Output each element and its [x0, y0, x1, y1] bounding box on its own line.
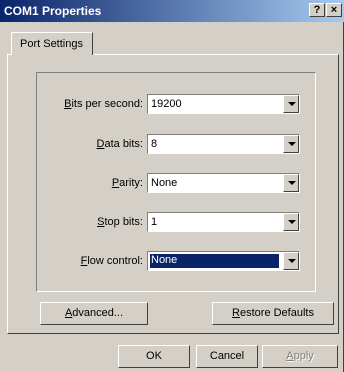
parity-select[interactable]: None: [147, 173, 300, 193]
tab-port-settings[interactable]: Port Settings: [11, 32, 93, 55]
bits-per-second-label: Bits per second:: [64, 98, 143, 110]
window-title: COM1 Properties: [4, 4, 102, 18]
bits-per-second-value: 19200: [151, 98, 182, 110]
flow-control-label: Flow control:: [80, 255, 143, 267]
com1-properties-dialog: COM1 Properties ? × Port Settings Bits p…: [0, 0, 344, 372]
flow-control-select[interactable]: None: [147, 251, 300, 271]
advanced-button[interactable]: Advanced...: [40, 302, 148, 325]
chevron-down-icon[interactable]: [283, 252, 299, 270]
bits-per-second-select[interactable]: 19200: [147, 94, 300, 114]
chevron-down-icon[interactable]: [283, 213, 299, 231]
close-icon: ×: [330, 4, 338, 16]
tab-port-settings-label: Port Settings: [20, 38, 83, 50]
chevron-down-icon[interactable]: [283, 135, 299, 153]
stop-bits-select[interactable]: 1: [147, 212, 300, 232]
help-icon: ?: [313, 4, 321, 16]
data-bits-label: Data bits:: [96, 138, 143, 150]
ok-button[interactable]: OK: [118, 345, 190, 368]
title-bar[interactable]: COM1 Properties ? ×: [0, 0, 344, 22]
parity-value: None: [151, 177, 178, 189]
chevron-down-icon[interactable]: [283, 174, 299, 192]
data-bits-value: 8: [151, 138, 158, 150]
help-button[interactable]: ?: [309, 3, 325, 17]
restore-defaults-button[interactable]: Restore Defaults: [212, 302, 334, 325]
cancel-button[interactable]: Cancel: [196, 345, 258, 368]
flow-control-value: None: [150, 254, 279, 268]
close-button[interactable]: ×: [326, 3, 342, 17]
stop-bits-value: 1: [151, 216, 158, 228]
data-bits-select[interactable]: 8: [147, 134, 300, 154]
stop-bits-label: Stop bits:: [97, 216, 143, 228]
apply-button[interactable]: Apply: [262, 345, 338, 368]
parity-label: Parity:: [111, 177, 143, 189]
chevron-down-icon[interactable]: [283, 95, 299, 113]
